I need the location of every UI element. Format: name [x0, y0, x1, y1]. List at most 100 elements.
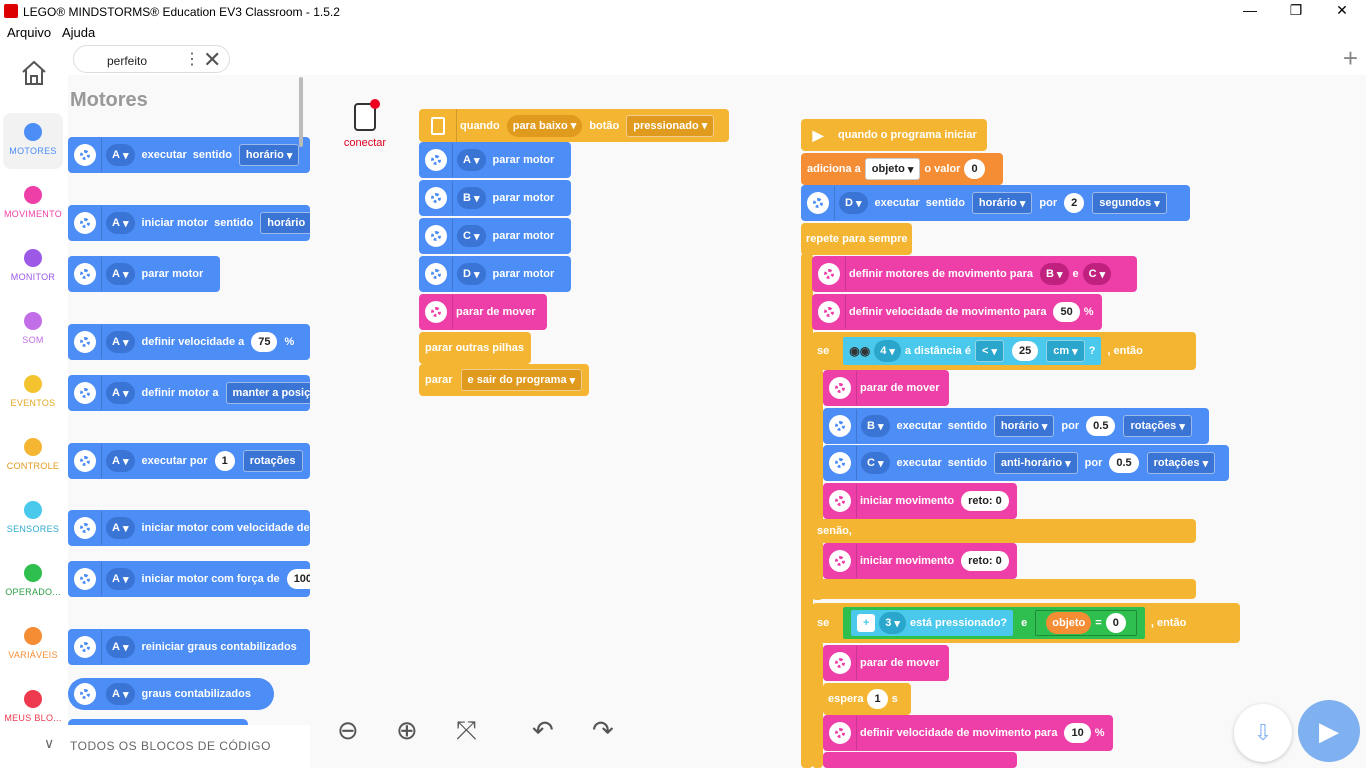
port-dropdown[interactable]: A ▾: [106, 450, 135, 472]
stop-moving-block[interactable]: parar de mover: [823, 645, 949, 681]
add-tab-icon[interactable]: +: [1343, 43, 1358, 74]
category-motores[interactable]: MOTORES: [3, 113, 63, 169]
direction-dropdown[interactable]: horário ▾: [238, 144, 300, 166]
stop-option-dropdown[interactable]: e sair do programa ▾: [460, 369, 583, 391]
stop-motor-block[interactable]: B ▾ parar motor: [419, 180, 571, 216]
speed-input[interactable]: 10: [1064, 723, 1091, 743]
state-dropdown[interactable]: pressionado ▾: [626, 114, 715, 137]
forever-block[interactable]: repete para sempre: [801, 223, 912, 255]
download-button[interactable]: ⇩: [1234, 704, 1292, 762]
category-monitor[interactable]: MONITOR: [0, 249, 66, 282]
menu-file[interactable]: Arquivo: [7, 25, 51, 40]
palette-block-set-speed[interactable]: A ▾ definir velocidade a 75 %: [68, 324, 310, 360]
palette-block-degrees-reporter[interactable]: A ▾ graus contabilizados: [68, 678, 274, 710]
category-operadores[interactable]: OPERADO...: [0, 564, 66, 597]
palette-block-run-direction[interactable]: A ▾ executar sentido horário ▾: [68, 137, 310, 173]
category-movimento[interactable]: MOVIMENTO: [0, 186, 66, 219]
direction-dropdown[interactable]: anti-horário ▾: [993, 452, 1078, 474]
start-moving-block[interactable]: iniciar movimento reto: 0: [823, 483, 1017, 519]
power-input[interactable]: 100: [286, 569, 310, 589]
run-motor-block[interactable]: C ▾ executar sentido anti-horário ▾ por …: [823, 445, 1229, 481]
unit-dropdown[interactable]: segundos ▾: [1092, 192, 1167, 214]
amount-input[interactable]: 0.5: [1109, 453, 1139, 473]
unit-dropdown[interactable]: rotações: [242, 450, 303, 472]
category-sensores[interactable]: SENSORES: [0, 501, 66, 534]
palette-block-stop-motor[interactable]: A ▾ parar motor: [68, 256, 220, 292]
palette-block-start-motor[interactable]: A ▾ iniciar motor sentido horário: [68, 205, 310, 241]
amount-input[interactable]: 0.5: [1086, 416, 1116, 436]
code-canvas[interactable]: conectar quando para baixo ▾ botão press…: [310, 75, 1366, 768]
stop-block[interactable]: parar e sair do programa ▾: [419, 364, 589, 396]
touch-condition[interactable]: + 3 ▾ está pressionado?: [851, 610, 1014, 636]
category-eventos[interactable]: EVENTOS: [0, 375, 66, 408]
if-block[interactable]: se + 3 ▾ está pressionado? e objeto = 0 …: [812, 603, 1240, 643]
port-dropdown[interactable]: B ▾: [1039, 263, 1069, 285]
set-movement-speed-block[interactable]: definir velocidade de movimento para 50 …: [812, 294, 1102, 330]
category-variaveis[interactable]: VARIÁVEIS: [0, 627, 66, 660]
wait-input[interactable]: 1: [867, 689, 888, 709]
when-button-hat-block[interactable]: quando para baixo ▾ botão pressionado ▾: [419, 109, 729, 142]
unit-dropdown[interactable]: rotações ▾: [1146, 452, 1216, 474]
and-condition[interactable]: + 3 ▾ está pressionado? e objeto = 0: [843, 607, 1145, 639]
run-motor-block[interactable]: B ▾ executar sentido horário ▾ por 0.5 r…: [823, 408, 1209, 444]
wait-block[interactable]: espera 1 s: [823, 683, 911, 715]
when-program-starts-block[interactable]: ▶ quando o programa iniciar: [801, 119, 987, 151]
port-dropdown[interactable]: A ▾: [106, 331, 135, 353]
home-icon[interactable]: [20, 59, 48, 87]
category-controle[interactable]: CONTROLE: [0, 438, 66, 471]
port-dropdown[interactable]: A ▾: [106, 683, 135, 705]
minimize-button[interactable]: —: [1238, 2, 1262, 20]
stop-motor-block[interactable]: A ▾ parar motor: [419, 142, 571, 178]
stop-motor-block[interactable]: D ▾ parar motor: [419, 256, 571, 292]
add-to-variable-block[interactable]: adiciona a objeto ▾ o valor 0: [801, 153, 1003, 185]
fit-screen-icon[interactable]: ⤧: [456, 715, 477, 747]
distance-input[interactable]: 25: [1011, 341, 1039, 361]
ultrasonic-condition[interactable]: ◉◉ 4 ▾ a distância é < ▾ 25 cm ▾ ?: [843, 337, 1102, 365]
close-window-button[interactable]: ✕: [1330, 2, 1354, 20]
steering-input[interactable]: reto: 0: [961, 491, 1009, 511]
port-dropdown[interactable]: B ▾: [457, 187, 486, 209]
amount-input[interactable]: 1: [214, 451, 235, 471]
duration-input[interactable]: 2: [1064, 193, 1085, 213]
port-dropdown[interactable]: A ▾: [106, 568, 135, 590]
set-movement-motors-block[interactable]: definir motores de movimento para B ▾ e …: [812, 256, 1137, 292]
run-button[interactable]: ▶: [1298, 700, 1360, 762]
stop-other-stacks-block[interactable]: parar outras pilhas: [419, 332, 531, 364]
direction-dropdown[interactable]: horário: [260, 212, 310, 234]
port-dropdown[interactable]: C ▾: [861, 452, 890, 474]
stop-motor-block[interactable]: C ▾ parar motor: [419, 218, 571, 254]
button-dropdown[interactable]: para baixo ▾: [506, 114, 583, 137]
port-dropdown[interactable]: D ▾: [839, 192, 868, 214]
category-som[interactable]: SOM: [0, 312, 66, 345]
connect-button[interactable]: conectar: [335, 99, 395, 149]
speed-input[interactable]: 75: [251, 332, 278, 352]
undo-icon[interactable]: ↶: [532, 715, 554, 746]
palette-block-start-with-speed[interactable]: A ▾ iniciar motor com velocidade de: [68, 510, 310, 546]
palette-footer[interactable]: ∨ TODOS OS BLOCOS DE CÓDIGO: [0, 725, 310, 768]
port-dropdown[interactable]: A ▾: [106, 263, 135, 285]
port-dropdown[interactable]: A ▾: [106, 382, 135, 404]
steering-input[interactable]: reto: 0: [961, 551, 1009, 571]
run-motor-block[interactable]: D ▾ executar sentido horário ▾ por 2 seg…: [801, 185, 1190, 221]
port-dropdown[interactable]: 3 ▾: [879, 612, 906, 634]
category-meus-blocos[interactable]: MEUS BLO...: [0, 690, 66, 721]
port-dropdown[interactable]: A ▾: [106, 144, 135, 166]
close-tab-icon[interactable]: ✕: [203, 47, 221, 73]
palette-scrollbar[interactable]: [299, 77, 303, 147]
if-else-block[interactable]: se ◉◉ 4 ▾ a distância é < ▾ 25 cm ▾ ? , …: [812, 332, 1196, 370]
port-dropdown[interactable]: A ▾: [457, 149, 486, 171]
port-dropdown[interactable]: D ▾: [457, 263, 486, 285]
variable-reporter[interactable]: objeto: [1046, 612, 1092, 634]
palette-block-set-motor[interactable]: A ▾ definir motor a manter a posição: [68, 375, 310, 411]
redo-icon[interactable]: ↷: [592, 715, 614, 746]
stop-mode-dropdown[interactable]: manter a posição: [225, 382, 310, 404]
unit-dropdown[interactable]: cm ▾: [1046, 340, 1085, 362]
palette-block-run-for[interactable]: A ▾ executar por 1 rotações: [68, 443, 310, 479]
port-dropdown[interactable]: 4 ▾: [874, 340, 901, 362]
port-dropdown[interactable]: C ▾: [1082, 263, 1112, 285]
partial-block[interactable]: [823, 752, 1017, 768]
port-dropdown[interactable]: B ▾: [861, 415, 890, 437]
set-movement-speed-block[interactable]: definir velocidade de movimento para 10 …: [823, 715, 1113, 751]
direction-dropdown[interactable]: horário ▾: [971, 192, 1033, 214]
more-icon[interactable]: ⋮: [184, 49, 200, 69]
